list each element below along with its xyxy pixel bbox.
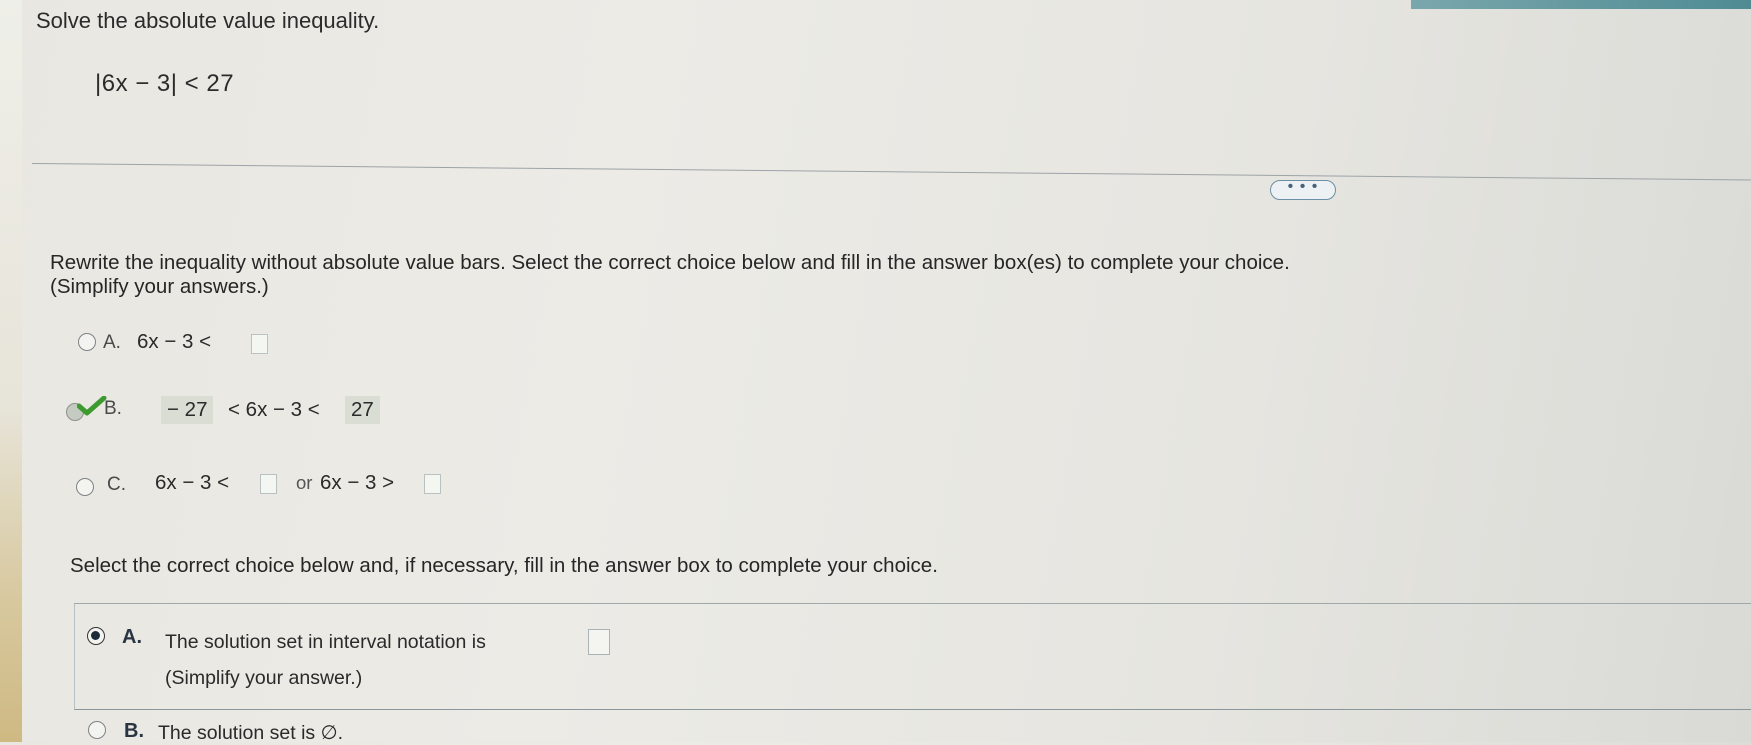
- option-c-left-expression: 6x − 3 <: [155, 471, 230, 494]
- option-c-left-answer-box[interactable]: [260, 474, 277, 494]
- option-a-expression: 6x − 3 <: [137, 330, 212, 353]
- part2-option-a-text: The solution set in interval notation is: [165, 631, 486, 653]
- more-options-button[interactable]: • • •: [1270, 178, 1336, 200]
- question-title: Solve the absolute value inequality.: [36, 8, 380, 33]
- part2-option-a-letter: A.: [122, 626, 142, 648]
- more-dots-icon: • • •: [1287, 178, 1319, 195]
- radio-button-part2-a[interactable]: [87, 627, 105, 645]
- option-a-letter: A.: [103, 332, 121, 353]
- part2-option-a-simplify-note: (Simplify your answer.): [165, 667, 363, 689]
- option-c-letter: C.: [107, 474, 126, 495]
- part2-option-b-letter: B.: [124, 720, 144, 742]
- interval-notation-answer-box[interactable]: [588, 629, 610, 655]
- checkmark-icon: [77, 396, 107, 416]
- radio-button-a[interactable]: [78, 333, 96, 351]
- option-b-lower-bound-box[interactable]: − 27: [161, 396, 214, 424]
- radio-button-part2-b[interactable]: [88, 721, 106, 739]
- option-c-right-expression: 6x − 3 >: [320, 471, 395, 494]
- option-c-or-connector: or: [296, 472, 313, 493]
- option-b-expression: < 6x − 3 <: [228, 398, 320, 421]
- top-accent-bar: [1411, 0, 1751, 9]
- part2-option-b-text: The solution set is ∅.: [158, 722, 343, 744]
- radio-button-c[interactable]: [76, 478, 94, 496]
- question-equation: |6x − 3| < 27: [95, 70, 235, 97]
- part2-instruction: Select the correct choice below and, if …: [70, 554, 938, 577]
- part1-simplify-note: (Simplify your answers.): [50, 275, 269, 298]
- option-a-answer-box[interactable]: [251, 334, 268, 354]
- option-b-upper-bound-box[interactable]: 27: [345, 396, 380, 424]
- section-divider: [31, 163, 1751, 181]
- left-edge-strip: [0, 0, 22, 742]
- option-b-letter: B.: [104, 398, 122, 419]
- part2-option-a-panel[interactable]: [74, 603, 1751, 710]
- option-c-right-answer-box[interactable]: [424, 474, 441, 494]
- part1-instruction: Rewrite the inequality without absolute …: [50, 251, 1290, 274]
